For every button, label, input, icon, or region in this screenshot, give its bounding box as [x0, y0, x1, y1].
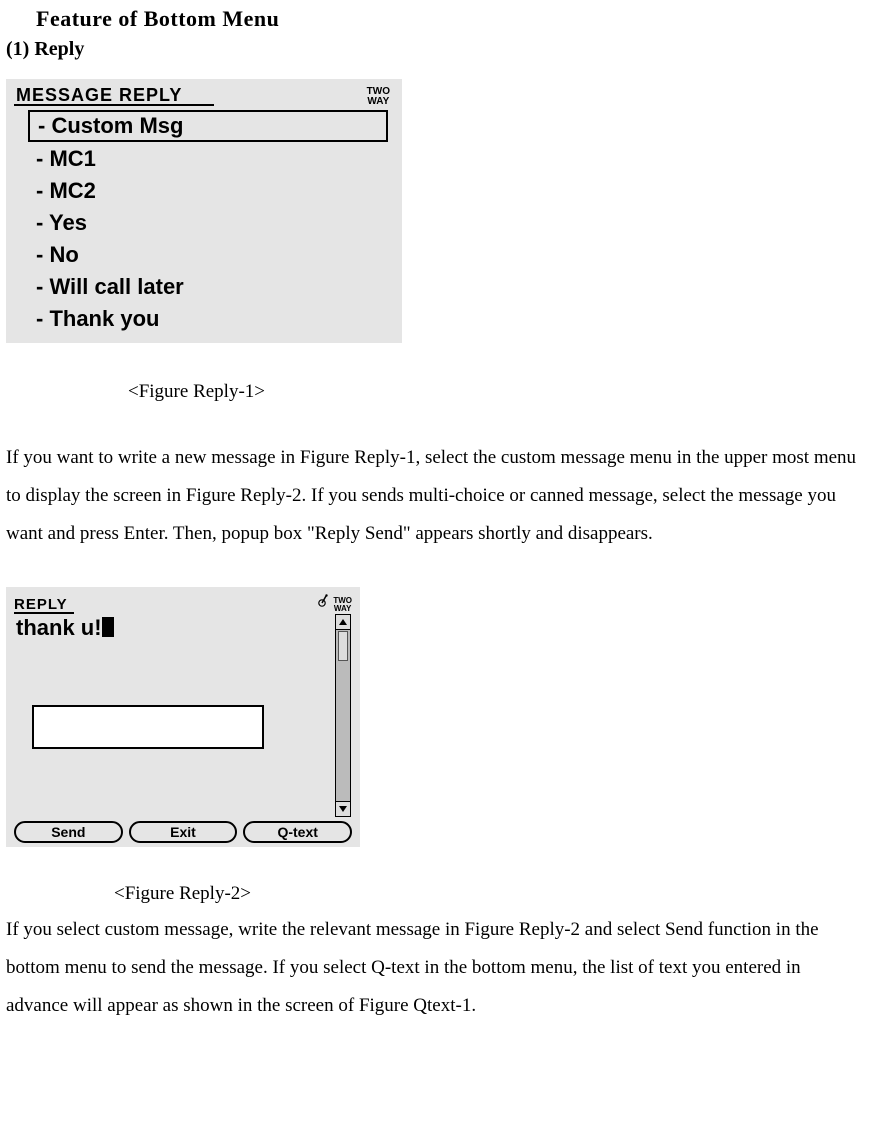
popup-box [32, 705, 264, 749]
fig2-bottom-menu: Send Exit Q-text [14, 821, 352, 843]
send-button[interactable]: Send [14, 821, 123, 843]
typed-text: thank u! [16, 615, 102, 640]
list-item[interactable]: - Custom Msg [28, 110, 388, 142]
scroll-up-icon[interactable] [336, 615, 350, 630]
reply-text-input[interactable]: thank u! [12, 613, 332, 643]
list-item[interactable]: - Yes [28, 207, 388, 239]
figure-reply-2: REPLY TWO WAY thank u! Send Exit Q-text [6, 587, 360, 847]
figure2-caption: <Figure Reply-2> [114, 883, 867, 905]
list-item[interactable]: - Thank you [28, 303, 388, 335]
text-cursor-icon [102, 617, 114, 637]
fig1-header-underline [14, 104, 214, 106]
scroll-down-icon[interactable] [336, 801, 350, 816]
fig2-header-text: REPLY [14, 596, 315, 613]
fig1-header: MESSAGE REPLY TWO WAY [6, 79, 402, 107]
paragraph-1: If you want to write a new message in Fi… [6, 439, 867, 553]
two-way-bot: WAY [333, 605, 352, 613]
fig2-header: REPLY TWO WAY [6, 587, 360, 613]
scrollbar[interactable] [335, 614, 351, 817]
two-way-icon: TWO WAY [367, 87, 392, 107]
list-item[interactable]: - Will call later [28, 271, 388, 303]
fig1-list: - Custom Msg - MC1 - MC2 - Yes - No - Wi… [6, 107, 402, 335]
antenna-icon [315, 594, 329, 613]
list-item[interactable]: - MC1 [28, 143, 388, 175]
scroll-thumb[interactable] [338, 631, 348, 661]
qtext-button[interactable]: Q-text [243, 821, 352, 843]
paragraph-2: If you select custom message, write the … [6, 911, 867, 1025]
figure-reply-1: MESSAGE REPLY TWO WAY - Custom Msg - MC1… [6, 79, 402, 343]
two-way-icon: TWO WAY [333, 597, 352, 613]
two-way-bot: WAY [367, 97, 390, 107]
exit-button[interactable]: Exit [129, 821, 238, 843]
figure1-caption: <Figure Reply-1> [128, 381, 867, 403]
page-title: Feature of Bottom Menu [36, 6, 867, 32]
list-item[interactable]: - No [28, 239, 388, 271]
list-item[interactable]: - MC2 [28, 175, 388, 207]
section-subhead: (1) Reply [6, 38, 867, 61]
